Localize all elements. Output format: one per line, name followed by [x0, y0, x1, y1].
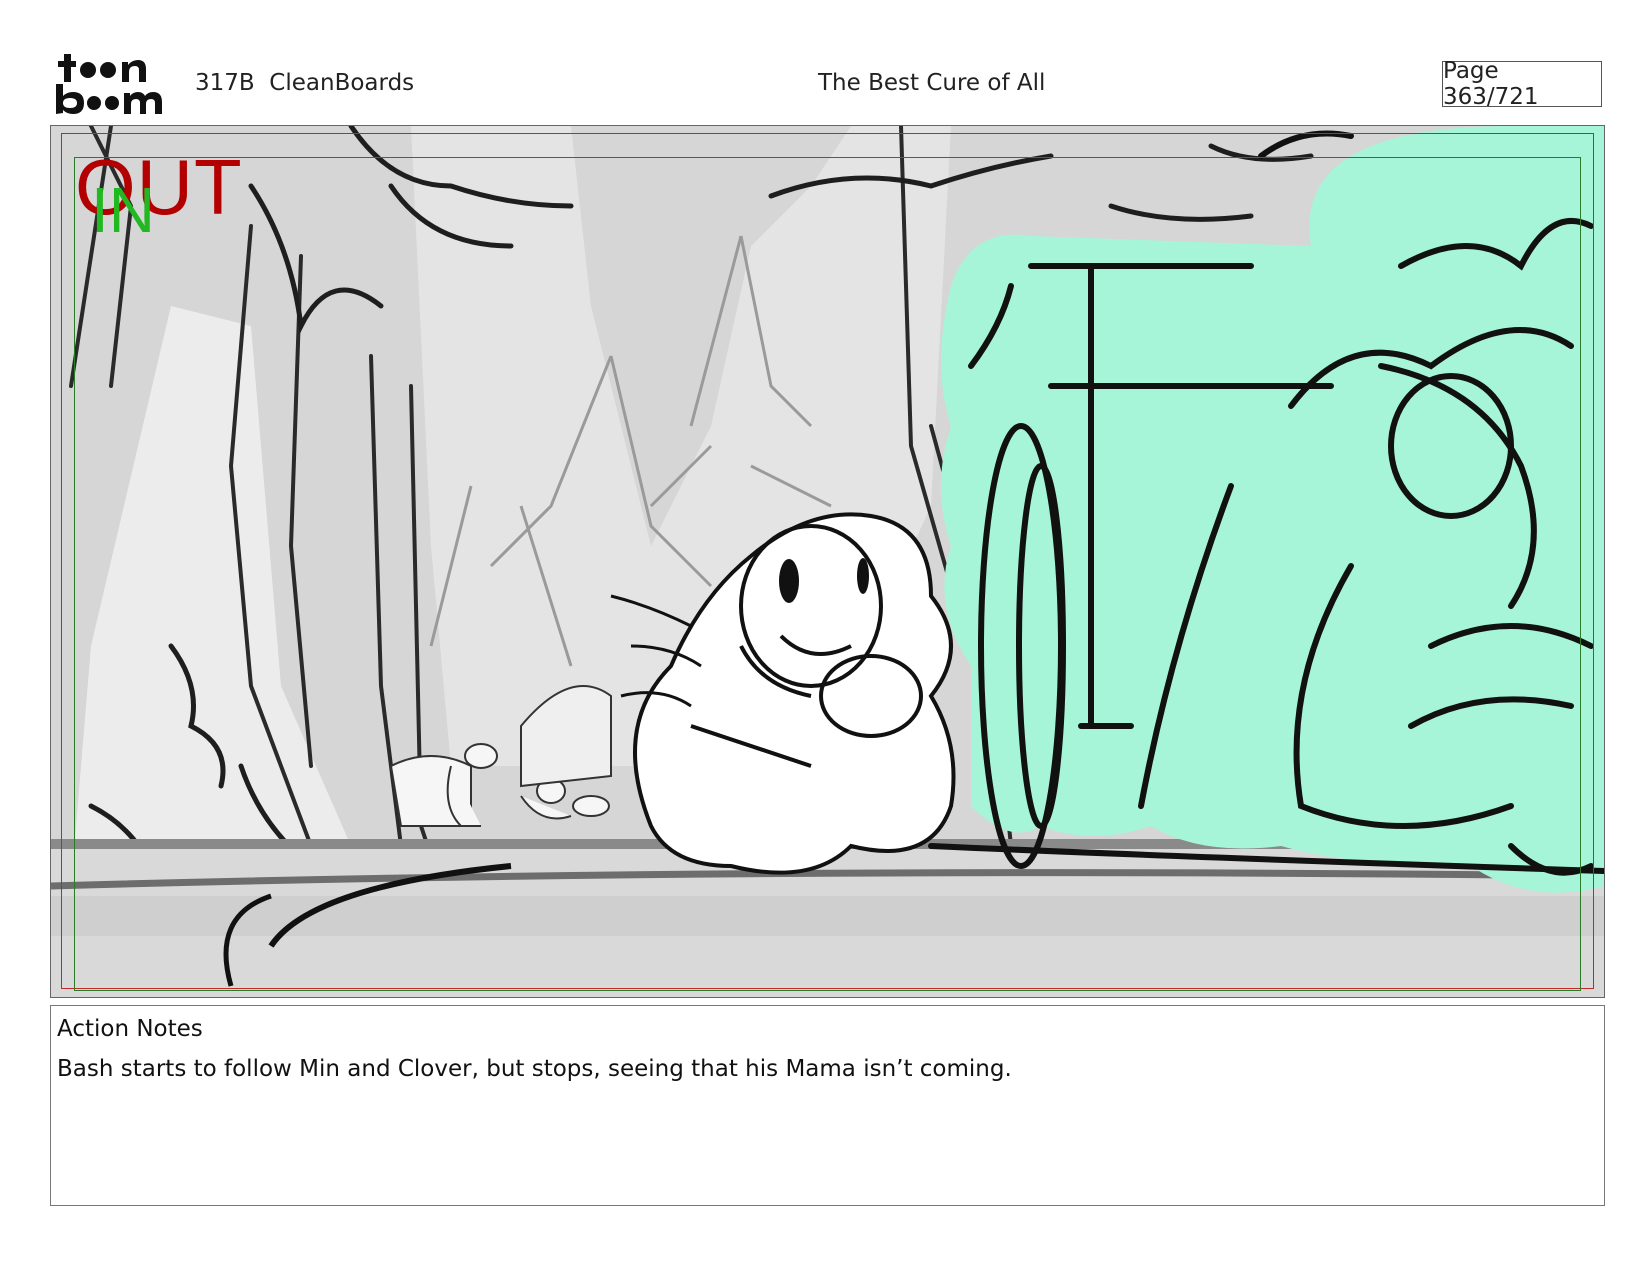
storyboard-drawing	[51, 126, 1604, 997]
action-notes-text: Bash starts to follow Min and Clover, bu…	[57, 1056, 1012, 1082]
scene-id: 317B CleanBoards	[195, 70, 415, 96]
document-title: The Best Cure of All	[818, 70, 1046, 96]
toonboom-logo	[54, 52, 172, 116]
action-notes-heading: Action Notes	[57, 1016, 203, 1042]
storyboard-panel: OUT IN	[50, 125, 1605, 998]
page-indicator: Page 363/721	[1442, 58, 1602, 110]
action-notes-box: Action Notes Bash starts to follow Min a…	[50, 1005, 1605, 1206]
frame-label-in: IN	[91, 174, 155, 246]
logo-mark	[56, 54, 162, 114]
